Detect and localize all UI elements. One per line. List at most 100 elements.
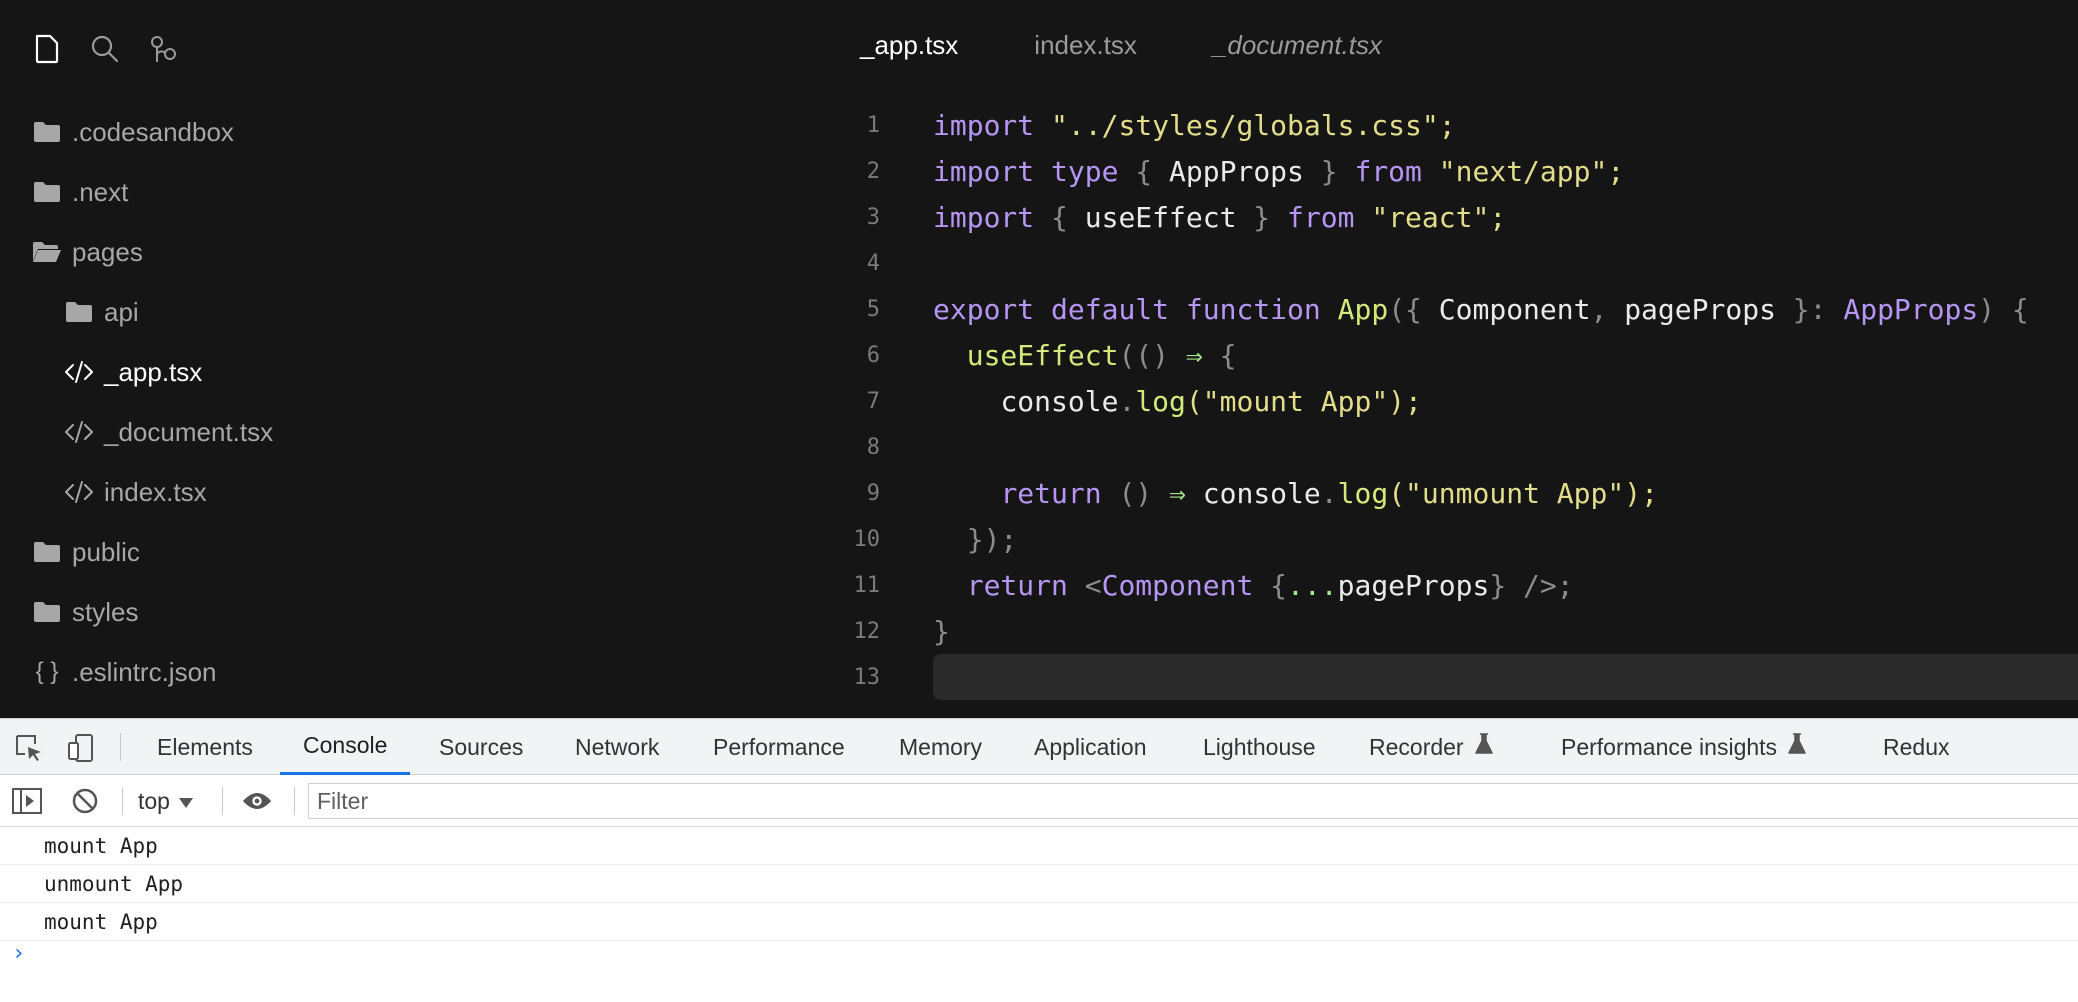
tree-item-styles[interactable]: styles	[32, 590, 138, 634]
code-text: import { useEffect } from "react";	[933, 200, 1507, 234]
tab-recorder[interactable]: Recorder	[1369, 719, 1494, 775]
filter-input[interactable]	[308, 783, 2078, 819]
line-number: 9	[866, 480, 880, 506]
experiment-flask-icon	[1474, 733, 1494, 761]
console-message: unmount App	[0, 865, 2078, 903]
console-prompt[interactable]: ›	[12, 941, 25, 966]
tab-memory[interactable]: Memory	[899, 719, 982, 775]
context-label: top	[138, 787, 170, 814]
folder-icon	[32, 537, 62, 567]
code-text: return <Component {...pageProps} />;	[966, 568, 1574, 602]
source-control-icon[interactable]	[148, 34, 178, 64]
line-number: 7	[866, 388, 880, 414]
code-text: return () ⇒ console.log("unmount App");	[1000, 476, 1658, 510]
code-file-icon	[64, 357, 94, 387]
folder-icon	[32, 117, 62, 147]
tree-item-codesandbox[interactable]: .codesandbox	[32, 110, 234, 154]
tree-item-index-tsx[interactable]: index.tsx	[64, 470, 207, 514]
line-number: 6	[866, 342, 880, 368]
code-line: 1 import "../styles/globals.css";	[840, 102, 2078, 148]
code-line: 9 return () ⇒ console.log("unmount App")…	[840, 470, 2078, 516]
tab-app-tsx[interactable]: _app.tsx	[860, 30, 958, 61]
code-text: import "../styles/globals.css";	[933, 108, 1456, 142]
tree-item-label: pages	[72, 236, 143, 267]
folder-icon	[32, 177, 62, 207]
tab-redux[interactable]: Redux	[1883, 719, 1949, 775]
console-message: mount App	[0, 827, 2078, 865]
console-toolbar: top	[0, 775, 2078, 827]
device-toolbar-icon[interactable]	[66, 733, 96, 763]
toolbar-divider	[294, 787, 295, 815]
context-selector[interactable]: top	[138, 785, 194, 817]
tab-application[interactable]: Application	[1034, 719, 1147, 775]
tab-document-tsx[interactable]: _document.tsx	[1213, 30, 1382, 61]
code-line: 2 import type { AppProps } from "next/ap…	[840, 148, 2078, 194]
tab-index-tsx[interactable]: index.tsx	[1034, 30, 1137, 61]
code-line: 10 });	[840, 516, 2078, 562]
show-sidebar-icon[interactable]	[12, 786, 42, 816]
code-text: export default function App({ Component,…	[933, 292, 2029, 326]
tree-item-document-tsx[interactable]: _document.tsx	[64, 410, 273, 454]
toolbar-divider	[222, 787, 223, 815]
tree-item-label: _app.tsx	[104, 356, 203, 387]
devtools-tab-bar: Elements Console Sources Network Perform…	[0, 719, 2078, 775]
code-line: 12 }	[840, 608, 2078, 654]
code-line: 4	[840, 240, 2078, 286]
tree-item-label: styles	[72, 596, 139, 627]
activity-bar	[32, 34, 178, 64]
tree-item-next[interactable]: .next	[32, 170, 128, 214]
code-line: 13	[840, 654, 2078, 700]
code-file-icon	[64, 477, 94, 507]
code-view[interactable]: 1 import "../styles/globals.css"; 2 impo…	[840, 102, 2078, 718]
folder-icon	[32, 597, 62, 627]
code-line: 11 return <Component {...pageProps} />;	[840, 562, 2078, 608]
code-text: import type { AppProps } from "next/app"…	[933, 154, 1625, 188]
tree-item-label: api	[104, 296, 139, 327]
code-line: 8	[840, 424, 2078, 470]
code-line: 7 console.log("mount App");	[840, 378, 2078, 424]
tab-lighthouse[interactable]: Lighthouse	[1203, 719, 1316, 775]
tab-performance[interactable]: Performance	[713, 719, 845, 775]
search-icon[interactable]	[90, 34, 120, 64]
tree-item-label: index.tsx	[104, 476, 207, 507]
line-number: 8	[866, 434, 880, 460]
tab-console[interactable]: Console	[280, 719, 411, 775]
line-number: 12	[853, 618, 881, 644]
code-text: console.log("mount App");	[1000, 384, 1422, 418]
json-file-icon: { }	[35, 658, 59, 685]
tree-item-pages[interactable]: pages	[32, 230, 143, 274]
tree-item-app-tsx[interactable]: _app.tsx	[64, 350, 202, 394]
tree-item-label: public	[72, 536, 140, 567]
inspect-element-icon[interactable]	[14, 733, 44, 763]
code-text: }	[933, 614, 950, 648]
code-line: 6 useEffect(() ⇒ {	[840, 332, 2078, 378]
code-editor: .codesandbox .next pages api _app.tsx _d…	[0, 0, 2078, 718]
toolbar-divider	[122, 787, 123, 815]
folder-open-icon	[32, 237, 62, 267]
chevron-down-icon	[178, 788, 194, 815]
tab-elements[interactable]: Elements	[157, 719, 253, 775]
tree-item-label: .eslintrc.json	[72, 656, 217, 687]
tab-sources[interactable]: Sources	[439, 719, 523, 775]
console-message: mount App	[0, 903, 2078, 941]
file-icon[interactable]	[32, 34, 62, 64]
line-number: 1	[866, 112, 880, 138]
tree-item-public[interactable]: public	[32, 530, 140, 574]
line-number: 13	[853, 664, 881, 690]
tab-performance-insights[interactable]: Performance insights	[1561, 719, 1807, 775]
eye-icon[interactable]	[242, 786, 272, 816]
clear-console-icon[interactable]	[70, 786, 100, 816]
experiment-flask-icon	[1787, 733, 1807, 761]
tab-network[interactable]: Network	[575, 719, 659, 775]
line-number: 11	[853, 572, 881, 598]
toolbar-divider	[120, 733, 121, 761]
devtools-panel: Elements Console Sources Network Perform…	[0, 718, 2078, 1002]
code-text: useEffect(() ⇒ {	[966, 338, 1237, 372]
editor-tabs: _app.tsx index.tsx _document.tsx	[860, 30, 1458, 61]
code-line: 5 export default function App({ Componen…	[840, 286, 2078, 332]
code-text: });	[966, 522, 1018, 556]
tree-item-label: .codesandbox	[72, 116, 234, 147]
tree-item-eslintrc[interactable]: { } .eslintrc.json	[32, 650, 217, 694]
tree-item-label: _document.tsx	[104, 416, 274, 447]
tree-item-api[interactable]: api	[64, 290, 139, 334]
